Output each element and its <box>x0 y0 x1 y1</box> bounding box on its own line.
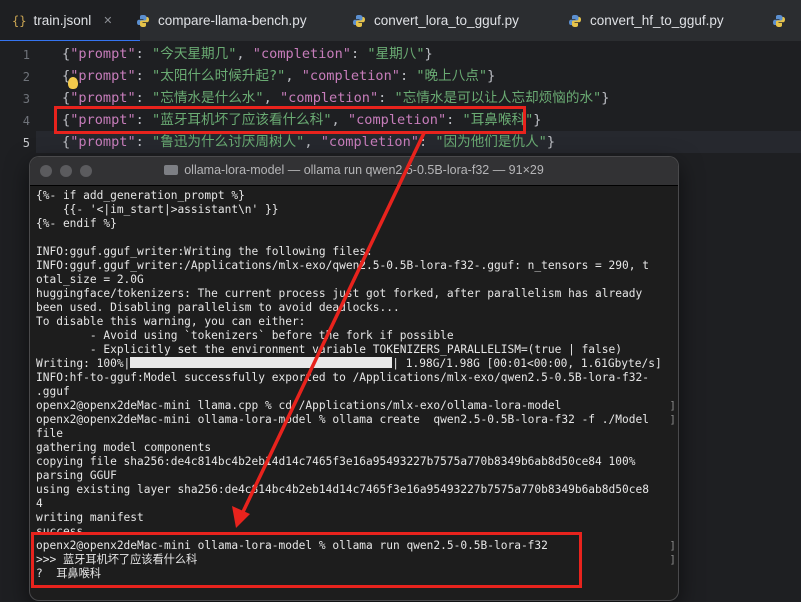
annotation-arrow <box>232 132 426 528</box>
